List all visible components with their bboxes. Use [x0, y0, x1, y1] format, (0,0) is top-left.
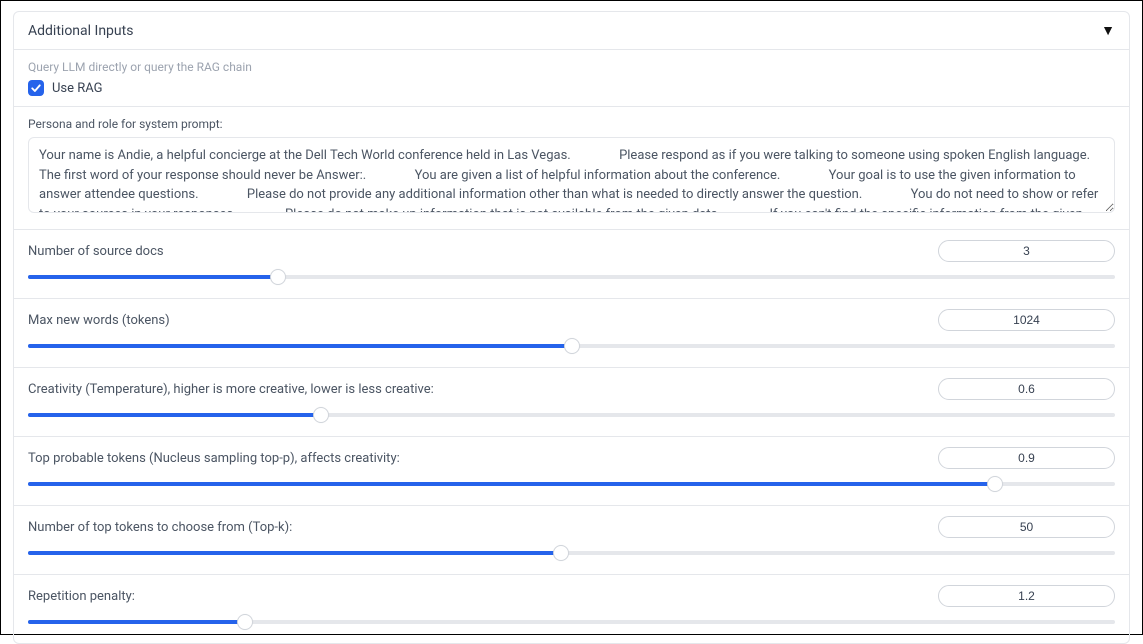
- slider-fill: [28, 620, 245, 624]
- slider-label-rep_penalty: Repetition penalty:: [28, 589, 135, 604]
- persona-label: Persona and role for system prompt:: [28, 117, 1115, 131]
- slider-label-top_p: Top probable tokens (Nucleus sampling to…: [28, 451, 400, 466]
- slider-track-top_p[interactable]: [28, 477, 1115, 491]
- slider-label-max_tokens: Max new words (tokens): [28, 313, 170, 328]
- slider-thumb-temperature[interactable]: [313, 407, 329, 423]
- persona-section: Persona and role for system prompt:: [14, 106, 1129, 229]
- slider-row-source_docs: Number of source docs: [14, 229, 1129, 298]
- slider-fill: [28, 413, 321, 417]
- slider-track-source_docs[interactable]: [28, 270, 1115, 284]
- slider-track-top_k[interactable]: [28, 546, 1115, 560]
- use-rag-label[interactable]: Use RAG: [52, 81, 103, 96]
- slider-row-temperature: Creativity (Temperature), higher is more…: [14, 367, 1129, 436]
- slider-track-rep_penalty[interactable]: [28, 615, 1115, 629]
- slider-row-rep_penalty: Repetition penalty:: [14, 574, 1129, 643]
- slider-row-max_tokens: Max new words (tokens): [14, 298, 1129, 367]
- panel-header[interactable]: Additional Inputs ▼: [14, 12, 1129, 49]
- slider-thumb-top_k[interactable]: [553, 545, 569, 561]
- slider-value-top_k[interactable]: [938, 516, 1115, 538]
- slider-row-top_p: Top probable tokens (Nucleus sampling to…: [14, 436, 1129, 505]
- slider-fill: [28, 344, 572, 348]
- slider-fill: [28, 275, 278, 279]
- slider-label-top_k: Number of top tokens to choose from (Top…: [28, 520, 292, 535]
- slider-thumb-top_p[interactable]: [987, 476, 1003, 492]
- slider-track-temperature[interactable]: [28, 408, 1115, 422]
- slider-fill: [28, 482, 995, 486]
- slider-value-source_docs[interactable]: [938, 240, 1115, 262]
- caret-down-icon: ▼: [1101, 22, 1115, 39]
- slider-fill: [28, 551, 561, 555]
- rag-section: Query LLM directly or query the RAG chai…: [14, 49, 1129, 106]
- slider-track-max_tokens[interactable]: [28, 339, 1115, 353]
- slider-value-temperature[interactable]: [938, 378, 1115, 400]
- slider-thumb-max_tokens[interactable]: [564, 338, 580, 354]
- slider-label-source_docs: Number of source docs: [28, 244, 164, 259]
- use-rag-checkbox[interactable]: [28, 80, 44, 96]
- slider-value-top_p[interactable]: [938, 447, 1115, 469]
- slider-value-rep_penalty[interactable]: [938, 585, 1115, 607]
- additional-inputs-panel: Additional Inputs ▼ Query LLM directly o…: [13, 11, 1130, 644]
- slider-value-max_tokens[interactable]: [938, 309, 1115, 331]
- panel-title: Additional Inputs: [28, 23, 133, 39]
- slider-row-top_k: Number of top tokens to choose from (Top…: [14, 505, 1129, 574]
- slider-thumb-rep_penalty[interactable]: [237, 614, 253, 630]
- slider-label-temperature: Creativity (Temperature), higher is more…: [28, 382, 434, 397]
- rag-hint: Query LLM directly or query the RAG chai…: [28, 60, 1115, 74]
- persona-textarea[interactable]: [28, 137, 1115, 213]
- slider-thumb-source_docs[interactable]: [270, 269, 286, 285]
